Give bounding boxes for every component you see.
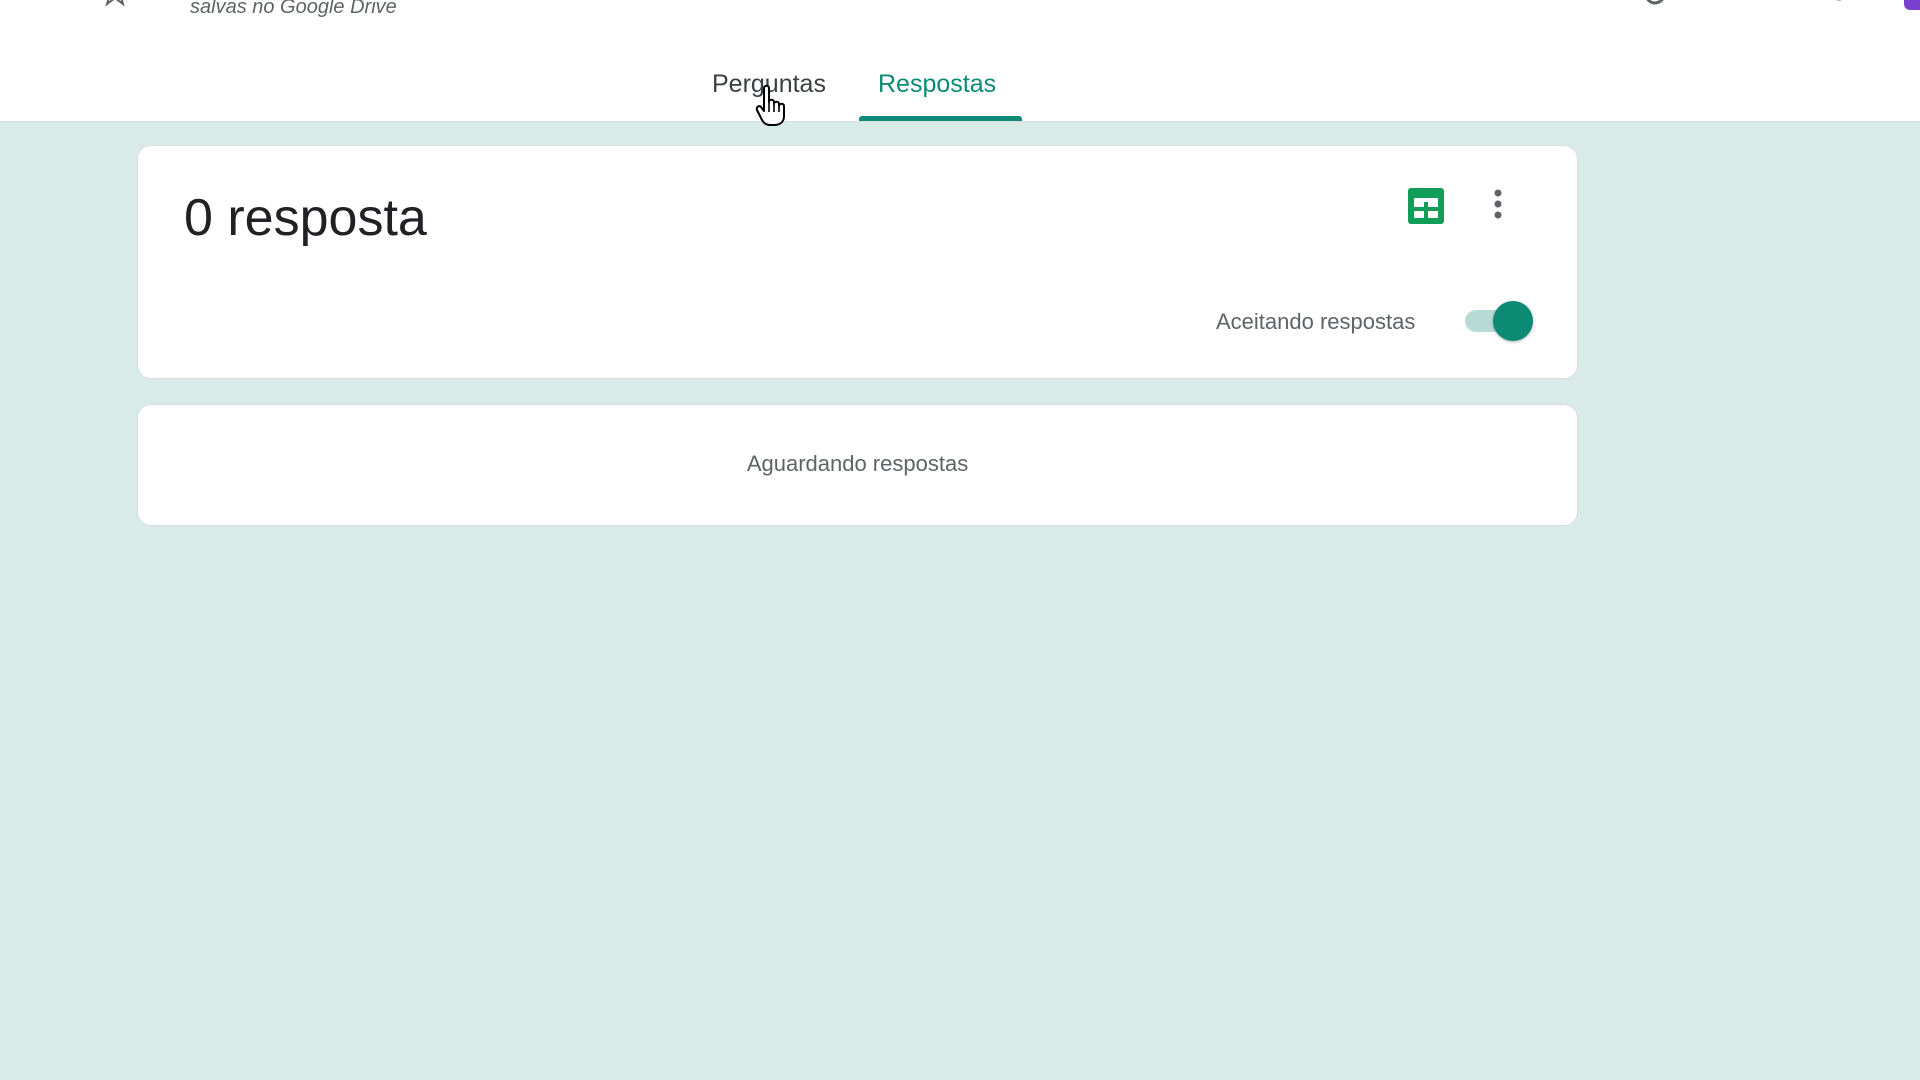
waiting-responses-card: Aguardando respostas <box>137 404 1578 526</box>
tab-perguntas[interactable]: Perguntas <box>712 70 826 99</box>
waiting-message: Aguardando respostas <box>746 451 969 476</box>
toggle-knob <box>1493 301 1533 341</box>
accepting-responses-label: Aceitando respostas <box>1216 309 1416 334</box>
response-count: 0 resposta <box>184 189 427 247</box>
google-sheets-icon[interactable] <box>1408 188 1444 224</box>
top-bar: salvas no Google Drive Perguntas Respost… <box>0 0 1920 126</box>
accepting-responses-toggle[interactable] <box>1463 300 1535 341</box>
active-tab-indicator <box>859 116 1022 121</box>
tab-bar: Perguntas Respostas <box>0 0 1920 122</box>
more-options-icon[interactable] <box>1478 184 1518 224</box>
tab-respostas[interactable]: Respostas <box>878 70 996 99</box>
responses-summary-card: 0 resposta Aceitando respostas <box>137 145 1578 379</box>
